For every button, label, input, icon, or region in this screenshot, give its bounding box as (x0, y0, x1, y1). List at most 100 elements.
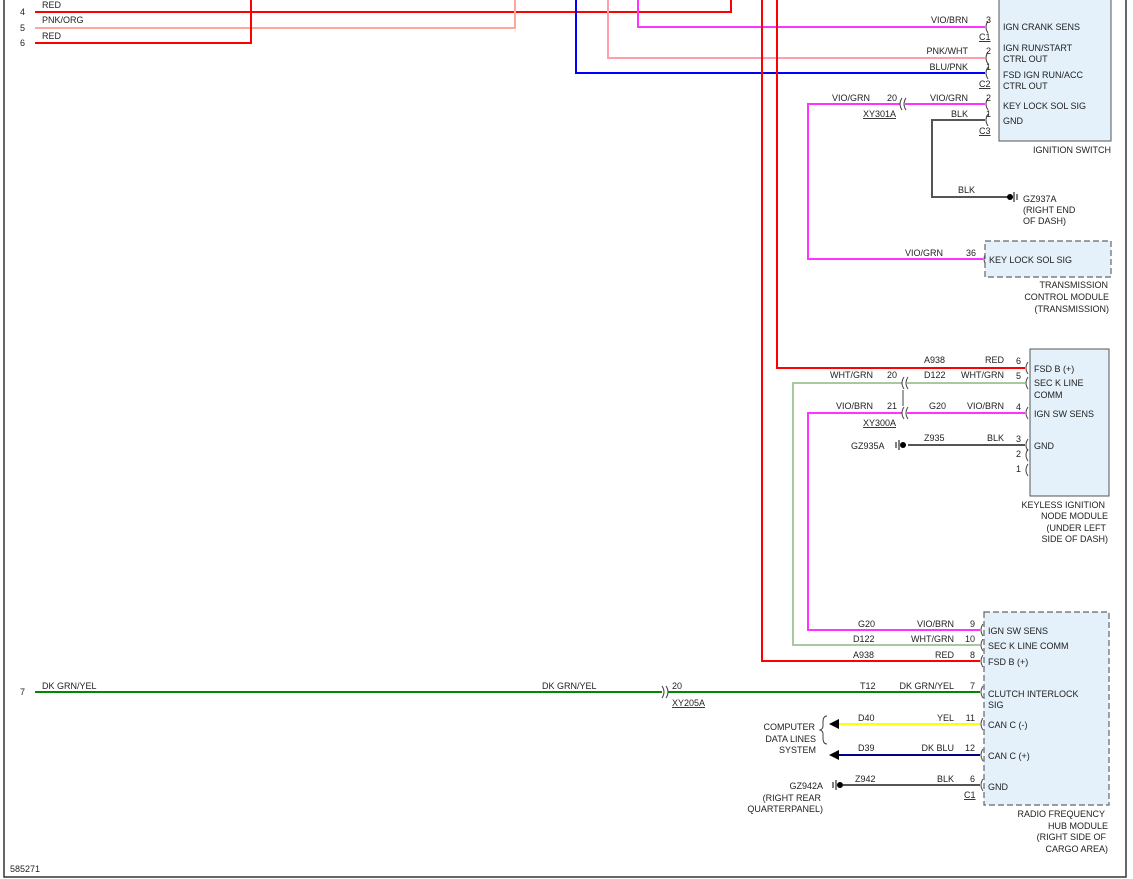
pin-number: 9 (970, 619, 975, 629)
component-title: (TRANSMISSION) (1034, 304, 1109, 314)
circuit-id: T12 (860, 681, 876, 691)
pin-function: KEY LOCK SOL SIG (989, 255, 1072, 265)
pin-number: 4 (1016, 402, 1021, 412)
wire-label: RED (985, 355, 1005, 365)
connector-id: C2 (979, 79, 991, 89)
brace-icon (818, 715, 828, 745)
ground-id: GZ942A (789, 781, 823, 791)
pin-number: 1 (986, 109, 991, 119)
pin-function: GND (1003, 116, 1024, 126)
circuit-id: D39 (858, 743, 875, 753)
pin-function: IGN CRANK SENS (1003, 22, 1080, 32)
connector-id: C1 (964, 790, 976, 800)
circuit-id: D40 (858, 713, 875, 723)
wire-label: DK GRN/YEL (42, 681, 97, 691)
pin-number: 3 (986, 15, 991, 25)
wire-label: BLK (937, 774, 954, 784)
wire-label: PNK/WHT (927, 46, 969, 56)
wire-label: VIO/GRN (832, 93, 870, 103)
data-lines-label: SYSTEM (779, 745, 816, 755)
pin-number: 6 (1016, 356, 1021, 366)
data-lines-label: DATA LINES (765, 734, 816, 744)
ground-gz935a-icon (895, 440, 906, 450)
inline-connector-id: XY300A (863, 418, 896, 428)
wire-label: DK BLU (921, 743, 954, 753)
pin-function: KEY LOCK SOL SIG (1003, 101, 1086, 111)
ground-location: OF DASH) (1023, 216, 1066, 226)
pin-function: IGN SW SENS (1034, 409, 1094, 419)
wiring-diagram: 4 RED 5 PNK/ORG 6 RED 7 DK GRN/YEL DK GR… (3, 0, 1127, 878)
pin-number: 1 (986, 62, 991, 72)
circuit-id: Z935 (924, 433, 945, 443)
data-lines-label: COMPUTER (764, 722, 816, 732)
component-title: (RIGHT SIDE OF (1037, 832, 1107, 842)
wire-label: RED (42, 31, 62, 41)
component-title: HUB MODULE (1048, 821, 1108, 831)
wire-label: BLK (958, 185, 975, 195)
pin-number: 10 (965, 634, 975, 644)
pin-number: 2 (1016, 449, 1021, 459)
wire-label: VIO/GRN (930, 93, 968, 103)
pin-function: CAN C (-) (988, 720, 1028, 730)
wire-pnk-org-pin5[interactable] (35, 0, 516, 29)
pin-number: 20 (672, 681, 682, 691)
pin-number: 20 (887, 370, 897, 380)
component-title: CONTROL MODULE (1024, 292, 1109, 302)
component-title: (UNDER LEFT (1046, 523, 1106, 533)
component-title: TRANSMISSION (1039, 280, 1108, 290)
wire-vio-grn-tcm[interactable] (807, 103, 983, 260)
circuit-id: D122 (924, 370, 946, 380)
circuit-id: Z942 (855, 774, 876, 784)
pin-number: 2 (986, 46, 991, 56)
ground-gz937a-icon (1007, 192, 1018, 202)
pin-function: IGN SW SENS (988, 626, 1048, 636)
ground-id: GZ937A (1023, 194, 1057, 204)
pin-number: 21 (887, 401, 897, 411)
pin-function: COMM (1034, 390, 1063, 400)
wire-label: YEL (937, 713, 954, 723)
arrow-d39-icon (829, 750, 839, 760)
wire-label: VIO/GRN (905, 248, 943, 258)
pin-function: SIG (988, 700, 1004, 710)
pin-function: CLUTCH INTERLOCK (988, 689, 1079, 699)
wire-label: DK GRN/YEL (542, 681, 597, 691)
inline-connector-id: XY301A (863, 109, 896, 119)
left-pin-labels: 4 RED 5 PNK/ORG 6 RED 7 DK GRN/YEL DK GR… (20, 0, 597, 697)
connector-id: C3 (979, 126, 991, 136)
wire-label: VIO/BRN (836, 401, 873, 411)
wire-red-pin4[interactable] (35, 0, 732, 13)
ground-gz942a-icon (832, 780, 843, 790)
wire-label: BLK (987, 433, 1004, 443)
pin-function: CAN C (+) (988, 751, 1030, 761)
pin-function: SEC K LINE COMM (988, 641, 1069, 651)
wire-label: RED (42, 0, 62, 10)
ground-location: QUARTERPANEL) (747, 804, 823, 814)
pin-function: FSD B (+) (988, 657, 1028, 667)
pin-number: 7 (20, 687, 25, 697)
pin-function: SEC K LINE (1034, 378, 1084, 388)
ground-id: GZ935A (851, 441, 885, 451)
wire-label: WHT/GRN (830, 370, 873, 380)
wire-label: VIO/BRN (967, 401, 1004, 411)
pin-number: 11 (966, 713, 975, 723)
wire-label: BLK (951, 109, 968, 119)
wire-label: VIO/BRN (917, 619, 954, 629)
wire-label: RED (935, 650, 955, 660)
wire-label: BLU/PNK (929, 62, 968, 72)
wire-label: WHT/GRN (961, 370, 1004, 380)
component-title: SIDE OF DASH) (1041, 534, 1108, 544)
pin-number: 5 (20, 23, 25, 33)
pin-number: 36 (966, 248, 976, 258)
pin-number: 6 (970, 774, 975, 784)
frame (3, 0, 1127, 878)
component-title: RADIO FREQUENCY (1017, 809, 1105, 819)
wire-label: VIO/BRN (931, 15, 968, 25)
pin-number: 20 (887, 93, 897, 103)
pin-number: 6 (20, 38, 25, 48)
pin-function: GND (988, 782, 1009, 792)
ground-location: (RIGHT REAR (763, 793, 822, 803)
pin-function: IGN RUN/START (1003, 43, 1073, 53)
circuit-id: A938 (924, 355, 945, 365)
circuit-id: G20 (929, 401, 946, 411)
inline-connector-id: XY205A (672, 698, 705, 708)
